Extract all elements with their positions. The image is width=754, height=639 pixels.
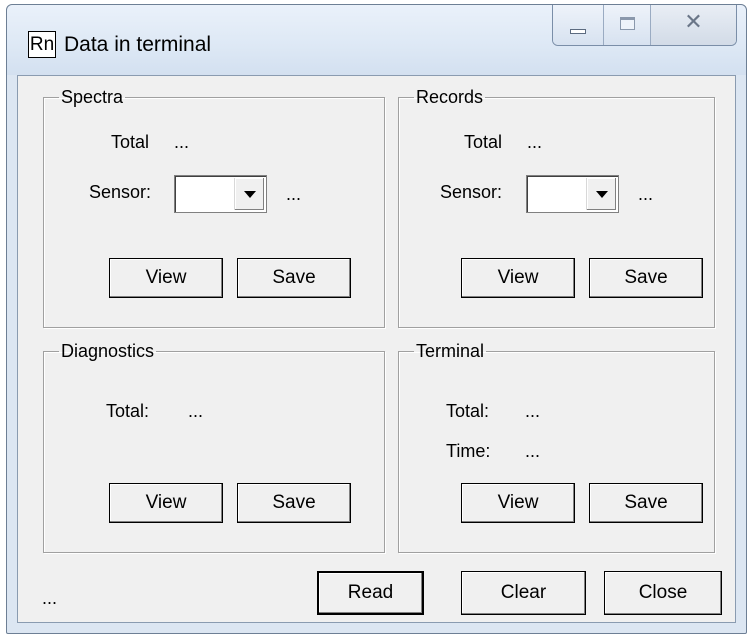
dialog-window: Rn Data in terminal ✕ Spectra Total ... … (6, 4, 747, 634)
spectra-sensor-label: Sensor: (89, 182, 152, 202)
terminal-time-label: Time: (446, 441, 491, 461)
terminal-time-value: ... (525, 441, 541, 461)
diagnostics-total-label: Total: (106, 401, 150, 421)
minimize-icon (570, 29, 586, 34)
records-sensor-dropdown-arrow-icon[interactable] (586, 178, 616, 210)
diagnostics-group-title: Diagnostics (61, 341, 155, 361)
spectra-sensor-select[interactable] (174, 175, 267, 213)
spectra-group-title: Spectra (61, 87, 124, 107)
terminal-total-label: Total: (446, 401, 490, 421)
diagnostics-save-button[interactable]: Save (237, 483, 351, 523)
dialog-client-area: Spectra Total ... Sensor: ... View Save … (17, 75, 736, 623)
records-group-title: Records (416, 87, 484, 107)
close-window-button[interactable]: ✕ (650, 5, 736, 45)
terminal-view-button[interactable]: View (461, 483, 575, 523)
minimize-button[interactable] (553, 5, 603, 45)
records-sensor-info: ... (638, 184, 654, 204)
app-icon: Rn (28, 31, 56, 58)
records-save-button[interactable]: Save (589, 258, 703, 298)
maximize-button[interactable] (603, 5, 650, 45)
spectra-sensor-dropdown-arrow-icon[interactable] (234, 178, 264, 210)
clear-button[interactable]: Clear (461, 571, 586, 615)
close-icon: ✕ (684, 10, 703, 35)
caption-buttons: ✕ (552, 5, 737, 46)
records-sensor-label: Sensor: (440, 182, 503, 202)
diagnostics-view-button[interactable]: View (109, 483, 223, 523)
spectra-total-value: ... (174, 132, 190, 152)
records-total-label: Total (464, 132, 503, 152)
records-total-value: ... (527, 132, 543, 152)
records-view-button[interactable]: View (461, 258, 575, 298)
terminal-total-value: ... (525, 401, 541, 421)
title-bar[interactable]: Rn Data in terminal ✕ (7, 5, 746, 75)
status-text: ... (42, 588, 58, 608)
spectra-sensor-info: ... (286, 184, 302, 204)
read-button[interactable]: Read (317, 571, 424, 615)
spectra-save-button[interactable]: Save (237, 258, 351, 298)
terminal-group-title: Terminal (416, 341, 485, 361)
maximize-icon (620, 17, 635, 30)
window-title: Data in terminal (64, 33, 212, 56)
close-button[interactable]: Close (604, 571, 722, 615)
terminal-save-button[interactable]: Save (589, 483, 703, 523)
spectra-total-label: Total (111, 132, 150, 152)
records-sensor-select[interactable] (526, 175, 619, 213)
spectra-view-button[interactable]: View (109, 258, 223, 298)
diagnostics-total-value: ... (188, 401, 204, 421)
